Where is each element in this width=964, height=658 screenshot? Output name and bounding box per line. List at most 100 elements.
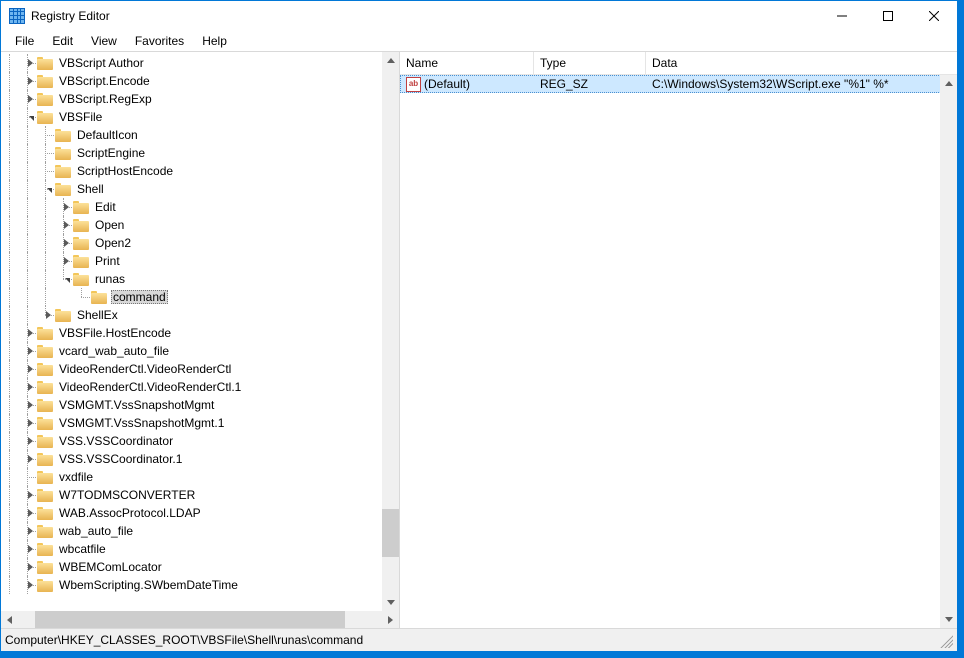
folder-icon [37, 381, 53, 394]
tree-item[interactable]: VBSFile [1, 108, 382, 126]
tree-item-label: vcard_wab_auto_file [57, 344, 171, 358]
expander-icon[interactable] [24, 522, 36, 540]
scroll-thumb-v[interactable] [382, 509, 399, 557]
close-button[interactable] [911, 1, 957, 30]
expander-icon[interactable] [24, 576, 36, 594]
menu-edit[interactable]: Edit [44, 32, 81, 50]
folder-icon [37, 579, 53, 592]
folder-icon [37, 525, 53, 538]
scroll-down-button[interactable] [382, 594, 399, 611]
tree-item[interactable]: WbemScripting.SWbemDateTime [1, 576, 382, 594]
column-header-data[interactable]: Data [646, 52, 957, 74]
tree-scroll-area: VBScript AuthorVBScript.EncodeVBScript.R… [1, 52, 399, 628]
expander-icon[interactable] [24, 396, 36, 414]
tree-item[interactable]: VSMGMT.VssSnapshotMgmt.1 [1, 414, 382, 432]
expander-icon[interactable] [24, 72, 36, 90]
scroll-left-button[interactable] [1, 611, 18, 628]
tree-item[interactable]: VBScript Author [1, 54, 382, 72]
expander-icon [42, 162, 54, 180]
tree-item[interactable]: VBScript.RegExp [1, 90, 382, 108]
titlebar[interactable]: Registry Editor [1, 1, 957, 31]
tree-item[interactable]: VBSFile.HostEncode [1, 324, 382, 342]
folder-icon [37, 561, 53, 574]
expander-icon[interactable] [24, 486, 36, 504]
list-scrollbar-vertical[interactable] [940, 75, 957, 628]
tree-item[interactable]: ScriptEngine [1, 144, 382, 162]
expander-icon[interactable] [24, 504, 36, 522]
tree-item[interactable]: Shell [1, 180, 382, 198]
folder-icon [37, 399, 53, 412]
scroll-track-v[interactable] [382, 69, 399, 594]
tree-item[interactable]: ScriptHostEncode [1, 162, 382, 180]
resize-grip[interactable] [937, 632, 953, 648]
expander-icon[interactable] [24, 342, 36, 360]
cell-name: ab (Default) [400, 77, 534, 92]
tree-item[interactable]: runas [1, 270, 382, 288]
minimize-button[interactable] [819, 1, 865, 30]
expander-icon[interactable] [24, 540, 36, 558]
tree-item[interactable]: VSS.VSSCoordinator [1, 432, 382, 450]
expander-icon [78, 288, 90, 306]
tree-item-label: W7TODMSCONVERTER [57, 488, 197, 502]
tree-item[interactable]: W7TODMSCONVERTER [1, 486, 382, 504]
expander-icon[interactable] [24, 558, 36, 576]
expander-icon[interactable] [60, 270, 72, 288]
tree-item[interactable]: Open [1, 216, 382, 234]
list-row[interactable]: ab (Default) REG_SZ C:\Windows\System32\… [400, 75, 957, 93]
menu-favorites[interactable]: Favorites [127, 32, 192, 50]
tree-item[interactable]: VSS.VSSCoordinator.1 [1, 450, 382, 468]
expander-icon[interactable] [42, 180, 54, 198]
scroll-thumb-h[interactable] [35, 611, 345, 628]
tree-content[interactable]: VBScript AuthorVBScript.EncodeVBScript.R… [1, 52, 382, 611]
expander-icon[interactable] [24, 90, 36, 108]
scroll-track[interactable] [940, 92, 957, 611]
list-pane: Name Type Data ab (Default) REG_SZ C:\Wi… [400, 52, 957, 628]
regedit-icon [9, 8, 25, 24]
tree-item[interactable]: Print [1, 252, 382, 270]
expander-icon[interactable] [60, 234, 72, 252]
tree-item[interactable]: Edit [1, 198, 382, 216]
tree-item[interactable]: DefaultIcon [1, 126, 382, 144]
tree-item[interactable]: VideoRenderCtl.VideoRenderCtl.1 [1, 378, 382, 396]
tree-scrollbar-vertical[interactable] [382, 52, 399, 611]
column-header-type[interactable]: Type [534, 52, 646, 74]
expander-icon[interactable] [60, 252, 72, 270]
tree-item-label: runas [93, 272, 127, 286]
menu-view[interactable]: View [83, 32, 125, 50]
scroll-up-button[interactable] [382, 52, 399, 69]
tree-item[interactable]: vxdfile [1, 468, 382, 486]
expander-icon[interactable] [24, 432, 36, 450]
menu-file[interactable]: File [7, 32, 42, 50]
tree-item[interactable]: VSMGMT.VssSnapshotMgmt [1, 396, 382, 414]
scroll-up-button[interactable] [940, 75, 957, 92]
tree-item[interactable]: vcard_wab_auto_file [1, 342, 382, 360]
tree-item[interactable]: command [1, 288, 382, 306]
expander-icon[interactable] [24, 324, 36, 342]
list-body[interactable]: ab (Default) REG_SZ C:\Windows\System32\… [400, 75, 957, 628]
maximize-button[interactable] [865, 1, 911, 30]
scroll-track-h[interactable] [18, 611, 382, 628]
expander-icon[interactable] [24, 414, 36, 432]
tree-item[interactable]: VideoRenderCtl.VideoRenderCtl [1, 360, 382, 378]
expander-icon[interactable] [42, 306, 54, 324]
expander-icon[interactable] [24, 360, 36, 378]
expander-icon[interactable] [24, 108, 36, 126]
tree-item[interactable]: wab_auto_file [1, 522, 382, 540]
expander-icon[interactable] [24, 378, 36, 396]
tree-item[interactable]: WBEMComLocator [1, 558, 382, 576]
tree-scrollbar-horizontal[interactable] [1, 611, 399, 628]
tree-item[interactable]: wbcatfile [1, 540, 382, 558]
expander-icon[interactable] [60, 198, 72, 216]
tree-item[interactable]: ShellEx [1, 306, 382, 324]
column-header-name[interactable]: Name [400, 52, 534, 74]
tree-item[interactable]: VBScript.Encode [1, 72, 382, 90]
expander-icon[interactable] [60, 216, 72, 234]
scroll-right-button[interactable] [382, 611, 399, 628]
tree-item[interactable]: WAB.AssocProtocol.LDAP [1, 504, 382, 522]
tree-item-label: VBSFile.HostEncode [57, 326, 173, 340]
menu-help[interactable]: Help [194, 32, 235, 50]
tree-item[interactable]: Open2 [1, 234, 382, 252]
expander-icon[interactable] [24, 450, 36, 468]
expander-icon[interactable] [24, 54, 36, 72]
scroll-down-button[interactable] [940, 611, 957, 628]
